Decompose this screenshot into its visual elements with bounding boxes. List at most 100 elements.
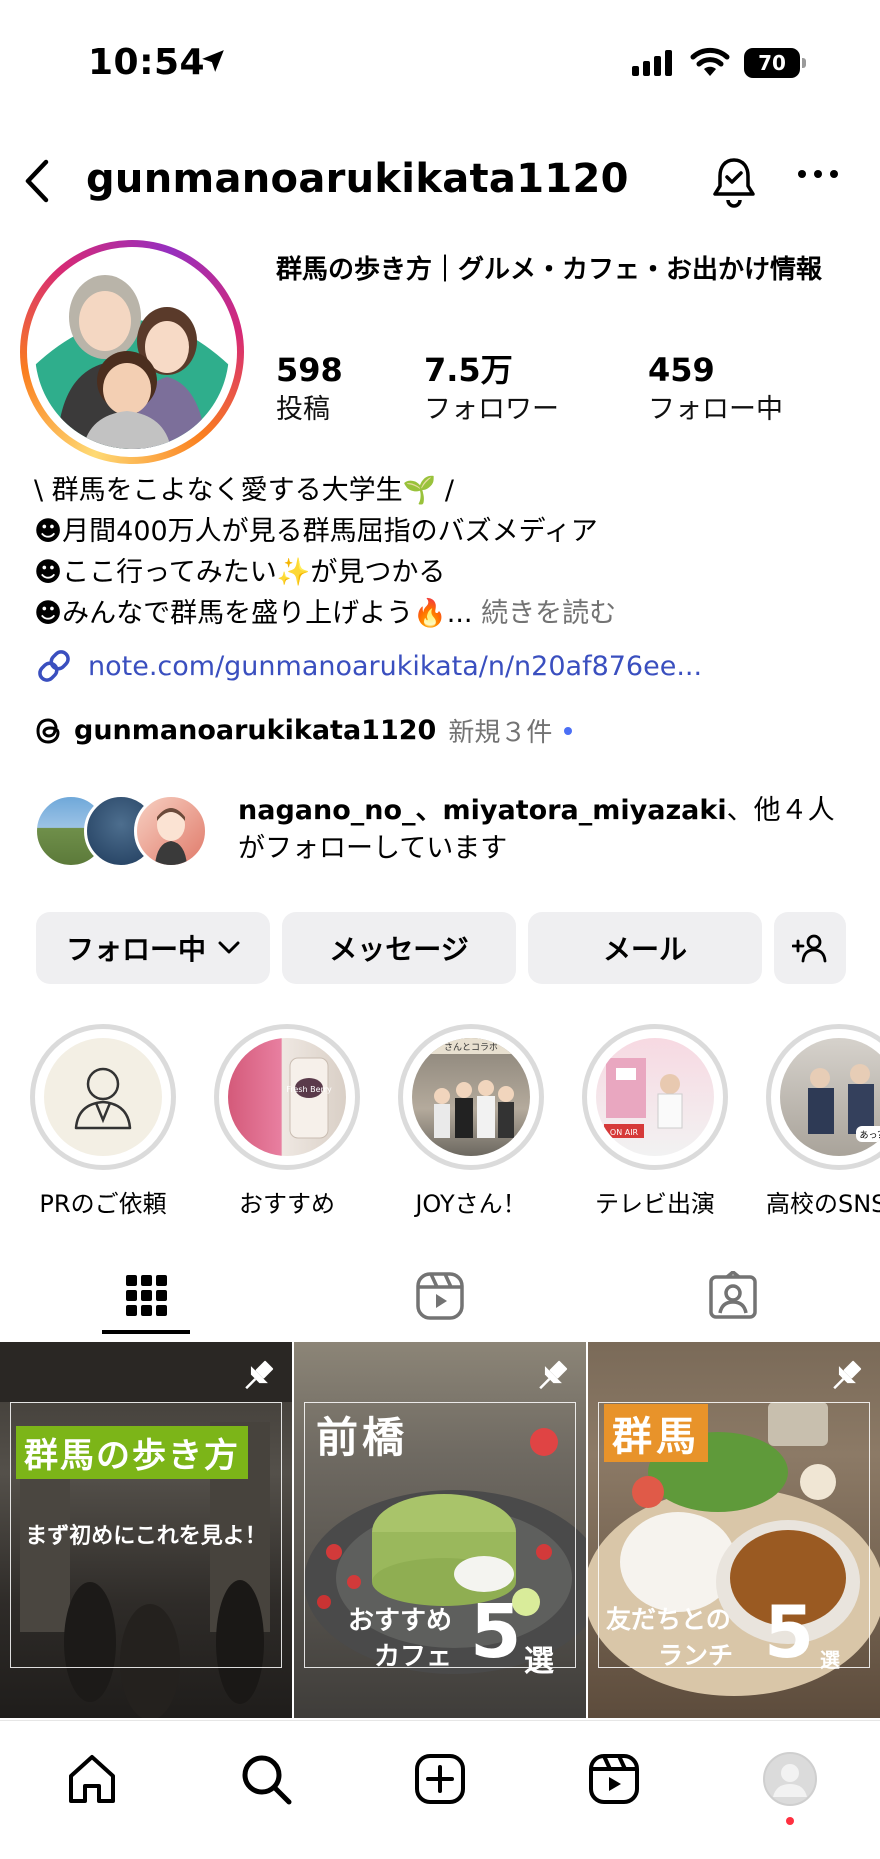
post-line1: おすすめ [348, 1606, 453, 1636]
message-button[interactable]: メッセージ [282, 912, 516, 984]
home-icon [69, 1755, 115, 1803]
nav-reels[interactable] [584, 1749, 644, 1809]
following-count[interactable]: 459 フォロー中 [648, 350, 783, 430]
highlight-label: テレビ出演 [595, 1190, 715, 1218]
bio-line: \ 群馬をこよなく愛する大学生🌱 / [34, 475, 454, 506]
header-username: gunmanoarukikata1120 [86, 156, 629, 202]
search-icon [242, 1755, 292, 1805]
post-unit: 選 [820, 1648, 840, 1672]
stat-label: 投稿 [276, 394, 330, 425]
highlight-label: 高校のSNS [766, 1190, 880, 1218]
pin-icon [245, 1360, 274, 1390]
highlight-label: JOYさん！ [415, 1190, 527, 1218]
bio-line-text: ☻みんなで群馬を盛り上げよう🔥... [34, 598, 473, 629]
profile-link[interactable]: note.com/gunmanoarukikata/n/n20af876ee..… [34, 646, 702, 686]
notification-bell-icon[interactable] [710, 156, 758, 208]
suggest-people-button[interactable] [774, 912, 846, 984]
pin-icon [539, 1360, 568, 1390]
tagged-person-icon [708, 1271, 757, 1319]
threads-badge[interactable]: gunmanoarukikata1120 新規３件 [34, 712, 573, 749]
nav-profile[interactable] [760, 1749, 820, 1809]
bio-line: ☻ここ行ってみたい✨が見つかる [34, 557, 446, 588]
back-icon[interactable] [18, 156, 58, 206]
post-title: 群馬 [604, 1404, 708, 1462]
nav-create[interactable] [410, 1749, 470, 1809]
stat-value: 598 [276, 351, 343, 389]
email-button-label: メール [602, 933, 687, 966]
post-line2: カフェ [374, 1642, 453, 1672]
threads-icon [36, 717, 60, 744]
tab-posts-grid[interactable] [0, 1256, 293, 1336]
profile-full-name: 群馬の歩き方｜グルメ・カフェ・お出かけ情報 [276, 255, 823, 285]
joy-banner: さんとコラボ [444, 1042, 498, 1053]
post-subtitle: まず初めにこれを見よ！ [25, 1524, 267, 1549]
highlight-school[interactable]: あっ？ 高校のSNS [766, 1024, 880, 1219]
profile-avatar[interactable] [20, 240, 244, 464]
on-air-badge: ON AIR [610, 1128, 639, 1137]
post-line2: ランチ [658, 1641, 734, 1670]
post-tile[interactable]: 群馬の歩き方 まず初めにこれを見よ！ [0, 1342, 292, 1718]
profile-tabs [0, 1256, 880, 1336]
highlight-joy[interactable]: さんとコラボ JOYさん！ [398, 1024, 544, 1219]
pin-icon [833, 1360, 862, 1390]
notification-dot [786, 1817, 794, 1825]
read-more-link[interactable]: 続きを読む [473, 598, 616, 629]
highlight-recommend[interactable]: Fresh Berry おすすめ [214, 1024, 360, 1219]
bio-line: ☻みんなで群馬を盛り上げよう🔥... 続きを読む [34, 593, 854, 634]
followed-by[interactable]: nagano_no_、miyatora_miyazaki、他４人がフォローしてい… [34, 790, 854, 880]
post-tile[interactable]: 前橋 おすすめ カフェ 5 選 [294, 1342, 586, 1718]
highlight-pr[interactable]: PRのご依頼 [30, 1024, 176, 1219]
add-person-icon [792, 934, 827, 963]
threads-new-count: 新規３件 [448, 718, 553, 748]
post-number: 5 [470, 1589, 522, 1675]
reels-icon [415, 1272, 464, 1320]
status-time: 10:54 [88, 42, 206, 83]
profile-bio: \ 群馬をこよなく愛する大学生🌱 / ☻月間400万人が見る群馬屈指のバズメディ… [34, 470, 854, 634]
highlight-label: おすすめ [239, 1190, 335, 1218]
followers-count[interactable]: 7.5万 フォロワー [424, 350, 559, 430]
battery-level: 70 [744, 48, 800, 78]
post-tile[interactable]: 群馬 友だちとの ランチ 5 選 [588, 1342, 880, 1718]
grid-icon [125, 1275, 167, 1316]
tab-tagged[interactable] [586, 1256, 879, 1336]
post-number: 5 [764, 1590, 815, 1674]
link-icon [38, 650, 70, 682]
person-suit-icon [74, 1067, 132, 1130]
bottom-navigation [0, 1720, 880, 1859]
cup-text: Fresh Berry [286, 1085, 332, 1094]
avatar-illustration [35, 255, 229, 449]
location-arrow-icon [202, 50, 224, 72]
follower-avatar [134, 794, 208, 868]
post-title: 前橋 [316, 1413, 409, 1462]
email-button[interactable]: メール [528, 912, 762, 984]
highlight-label: PRのご依頼 [39, 1190, 167, 1218]
posts-count[interactable]: 598 投稿 [276, 350, 343, 430]
nav-home[interactable] [62, 1749, 122, 1809]
reels-icon [589, 1754, 639, 1804]
school-bubble: あっ？ [859, 1130, 880, 1141]
tab-reels[interactable] [293, 1256, 586, 1336]
post-line1: 友だちとの [606, 1605, 731, 1634]
stat-value: 459 [648, 351, 715, 389]
post-title: 群馬の歩き方 [16, 1426, 248, 1479]
battery-icon: 70 [744, 48, 806, 78]
link-text: note.com/gunmanoarukikata/n/n20af876ee..… [88, 650, 703, 682]
stat-label: フォロワー [424, 394, 559, 425]
threads-username: gunmanoarukikata1120 [74, 715, 437, 746]
followed-by-text: nagano_no_、miyatora_miyazaki、他４人がフォローしてい… [238, 792, 858, 868]
following-button-label: フォロー中 [65, 933, 206, 966]
wifi-icon [690, 47, 730, 76]
highlight-tv[interactable]: ON AIR テレビ出演 [582, 1024, 728, 1219]
message-button-label: メッセージ [329, 933, 469, 966]
status-bar: 10:54 70 [0, 0, 880, 120]
story-highlights: PRのご依頼 Fresh Berry おすすめ さんとコラボ JOYさん！ ON… [0, 1024, 880, 1218]
chevron-down-icon [218, 941, 240, 954]
add-post-icon [415, 1754, 465, 1804]
bio-line: ☻月間400万人が見る群馬屈指のバズメディア [34, 516, 598, 547]
stat-value: 7.5万 [424, 351, 513, 389]
more-options-icon[interactable] [796, 168, 840, 180]
following-button[interactable]: フォロー中 [36, 912, 270, 984]
cellular-signal-icon [632, 50, 672, 76]
nav-search[interactable] [236, 1749, 296, 1809]
profile-header: gunmanoarukikata1120 [0, 150, 880, 214]
